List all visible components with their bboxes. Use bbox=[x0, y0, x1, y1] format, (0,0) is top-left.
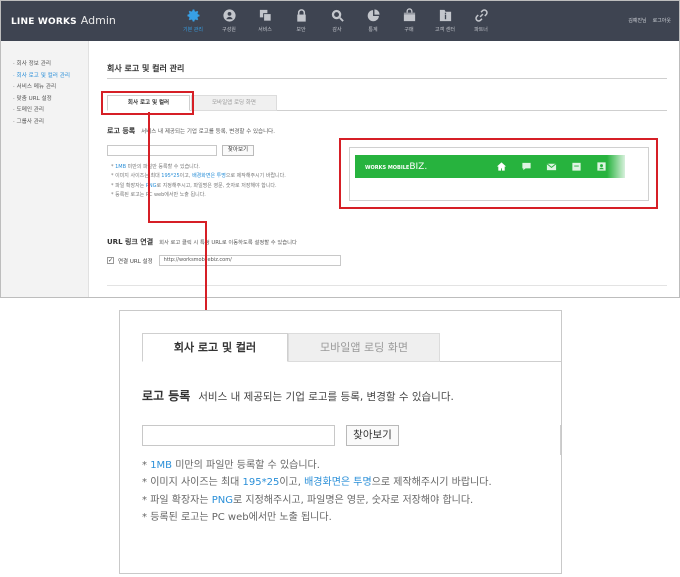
sidebar-item-company-info[interactable]: · 회사 정보 관리 bbox=[1, 59, 88, 71]
note-item: * 1MB 미만의 파일만 등록할 수 있습니다. bbox=[111, 164, 200, 170]
nav-label: 파트너 bbox=[474, 27, 488, 33]
nav-basic-management[interactable]: 기본 관리 bbox=[175, 1, 211, 41]
sidebar-item-group[interactable]: · 그룹사 관리 bbox=[1, 117, 88, 129]
chat-icon bbox=[522, 162, 531, 171]
nav-label: 구성원 bbox=[222, 27, 236, 33]
browse-button[interactable]: 찾아보기 bbox=[222, 145, 254, 156]
shopping-bag-icon bbox=[402, 8, 416, 22]
connector-line bbox=[148, 112, 150, 222]
logout-link[interactable]: 로그아웃 bbox=[653, 17, 671, 24]
nav-audit[interactable]: 감사 bbox=[319, 1, 355, 41]
nav-label: 서비스 bbox=[258, 27, 272, 33]
admin-screenshot: LINE WORKS Admin 기본 관리 구성원 서비스 보안 감사 통계 … bbox=[0, 0, 680, 298]
section-description: 서비스 내 제공되는 기업 로고를 등록, 변경할 수 있습니다. bbox=[141, 129, 275, 135]
page-title: 회사 로고 및 컬러 관리 bbox=[107, 64, 185, 73]
preview-icons bbox=[496, 161, 607, 172]
layers-icon bbox=[259, 9, 272, 22]
section-title: 로고 등록 bbox=[142, 389, 191, 403]
nav-statistics[interactable]: 통계 bbox=[355, 1, 391, 41]
url-checkbox-label: 연결 URL 설정 bbox=[118, 258, 153, 265]
user-area: 김예진님 로그아웃 bbox=[628, 17, 671, 24]
nav-members[interactable]: 구성원 bbox=[211, 1, 247, 41]
top-header: LINE WORKS Admin 기본 관리 구성원 서비스 보안 감사 통계 … bbox=[1, 1, 679, 41]
divider bbox=[560, 425, 561, 455]
logo-section-heading: 로고 등록 서비스 내 제공되는 기업 로고를 등록, 변경할 수 있습니다. bbox=[142, 387, 454, 404]
tab-mobile-loading[interactable]: 모바일앱 로딩 화면 bbox=[288, 333, 440, 362]
sidebar-item-logo-color[interactable]: · 회사 로고 및 컬러 관리 bbox=[1, 71, 88, 83]
note-item: * 등록된 로고는 PC web에서만 노출 됩니다. bbox=[142, 511, 332, 523]
app-logo[interactable]: LINE WORKS Admin bbox=[11, 14, 116, 27]
nav-security[interactable]: 보안 bbox=[283, 1, 319, 41]
section-description: 회사 로고 클릭 시 특정 URL로 이동하도록 설정할 수 있습니다 bbox=[159, 240, 297, 246]
connector-line bbox=[205, 221, 207, 323]
section-title: URL 링크 연결 bbox=[107, 238, 154, 246]
link-icon bbox=[474, 9, 488, 22]
nav-label: 고객 센터 bbox=[435, 27, 455, 33]
zoomed-panel: 회사 로고 및 컬러 모바일앱 로딩 화면 로고 등록 서비스 내 제공되는 기… bbox=[119, 310, 562, 574]
app-title: Admin bbox=[80, 14, 116, 27]
user-name[interactable]: 김예진님 bbox=[628, 17, 646, 24]
preview-bar: WORKS MOBILEBIZ. bbox=[355, 155, 625, 178]
pie-chart-icon bbox=[367, 9, 380, 22]
note-item: * 파일 확장자는 PNG로 지정해주시고, 파일명은 영문, 숫자로 저장해야… bbox=[142, 494, 474, 506]
nav-label: 기본 관리 bbox=[183, 27, 203, 33]
section-description: 서비스 내 제공되는 기업 로고를 등록, 변경할 수 있습니다. bbox=[198, 391, 454, 403]
logo-file-input[interactable] bbox=[107, 145, 217, 156]
mail-icon bbox=[546, 163, 557, 171]
sidebar-item-domain[interactable]: · 도메인 관리 bbox=[1, 105, 88, 117]
tab-logo-color[interactable]: 회사 로고 및 컬러 bbox=[142, 333, 288, 362]
sidebar-item-service-menu[interactable]: · 서비스 메뉴 관리 bbox=[1, 82, 88, 94]
calendar-icon bbox=[572, 162, 581, 171]
brand-name: LINE WORKS bbox=[11, 17, 77, 27]
url-row: ✓ 연결 URL 설정 http://worksmobilebiz.com/ bbox=[107, 255, 341, 266]
preview-logo: WORKS MOBILEBIZ. bbox=[365, 161, 428, 172]
note-item: * 1MB 미만의 파일만 등록할 수 있습니다. bbox=[142, 460, 320, 471]
connector-line bbox=[148, 221, 206, 223]
sidebar: · 회사 정보 관리 · 회사 로고 및 컬러 관리 · 서비스 메뉴 관리 ·… bbox=[1, 41, 89, 297]
preview-fade bbox=[607, 155, 629, 178]
gear-icon bbox=[187, 9, 199, 22]
nav-label: 통계 bbox=[368, 27, 378, 33]
nav-services[interactable]: 서비스 bbox=[247, 1, 283, 41]
sidebar-item-custom-url[interactable]: · 맞춤 URL 설정 bbox=[1, 94, 88, 106]
url-checkbox[interactable]: ✓ bbox=[107, 257, 114, 264]
browse-button[interactable]: 찾아보기 bbox=[346, 425, 399, 446]
nav-label: 보안 bbox=[296, 27, 306, 33]
audit-search-icon bbox=[331, 9, 344, 22]
logo-file-input[interactable] bbox=[142, 425, 335, 446]
note-item: * 등록된 로고는 PC web에서만 노출 됩니다. bbox=[111, 191, 206, 198]
contact-icon bbox=[597, 162, 606, 171]
divider bbox=[107, 285, 667, 286]
highlight-box-preview: WORKS MOBILEBIZ. bbox=[339, 138, 658, 209]
nav-purchase[interactable]: 구매 bbox=[391, 1, 427, 41]
note-item: * 이미지 사이즈는 최대 195*25이고, 배경화면은 투명으로 제작해주시… bbox=[142, 477, 492, 489]
nav-label: 구매 bbox=[404, 27, 414, 33]
nav-partner[interactable]: 파트너 bbox=[463, 1, 499, 41]
upload-notes: * 1MB 미만의 파일만 등록할 수 있습니다. * 이미지 사이즈는 최대 … bbox=[142, 457, 492, 526]
url-section-heading: URL 링크 연결 회사 로고 클릭 시 특정 URL로 이동하도록 설정할 수… bbox=[107, 237, 297, 247]
note-item: * 파일 확장자는 PNG로 지정해주시고, 파일명은 영문, 숫자로 저장해야… bbox=[111, 182, 277, 189]
tab-mobile-loading[interactable]: 모바일앱 로딩 화면 bbox=[191, 95, 277, 111]
nav-label: 감사 bbox=[332, 27, 342, 33]
nav-customer-center[interactable]: 고객 센터 bbox=[427, 1, 463, 41]
tab-bar: 회사 로고 및 컬러 모바일앱 로딩 화면 bbox=[142, 333, 561, 362]
url-input[interactable]: http://worksmobilebiz.com/ bbox=[158, 255, 341, 266]
logo-section-heading: 로고 등록 서비스 내 제공되는 기업 로고를 등록, 변경할 수 있습니다. bbox=[107, 126, 275, 136]
main-nav: 기본 관리 구성원 서비스 보안 감사 통계 구매 고객 센터 파트너 bbox=[175, 1, 499, 41]
divider bbox=[107, 78, 667, 79]
note-item: * 이미지 사이즈는 최대 195*25이고, 배경화면은 투명으로 제작해주시… bbox=[111, 173, 286, 180]
home-icon bbox=[496, 162, 507, 171]
info-doc-icon bbox=[439, 9, 451, 22]
lock-icon bbox=[296, 9, 306, 22]
person-icon bbox=[222, 9, 236, 22]
section-title: 로고 등록 bbox=[107, 127, 136, 135]
upload-notes: * 1MB 미만의 파일만 등록할 수 있습니다. * 이미지 사이즈는 최대 … bbox=[111, 163, 286, 200]
